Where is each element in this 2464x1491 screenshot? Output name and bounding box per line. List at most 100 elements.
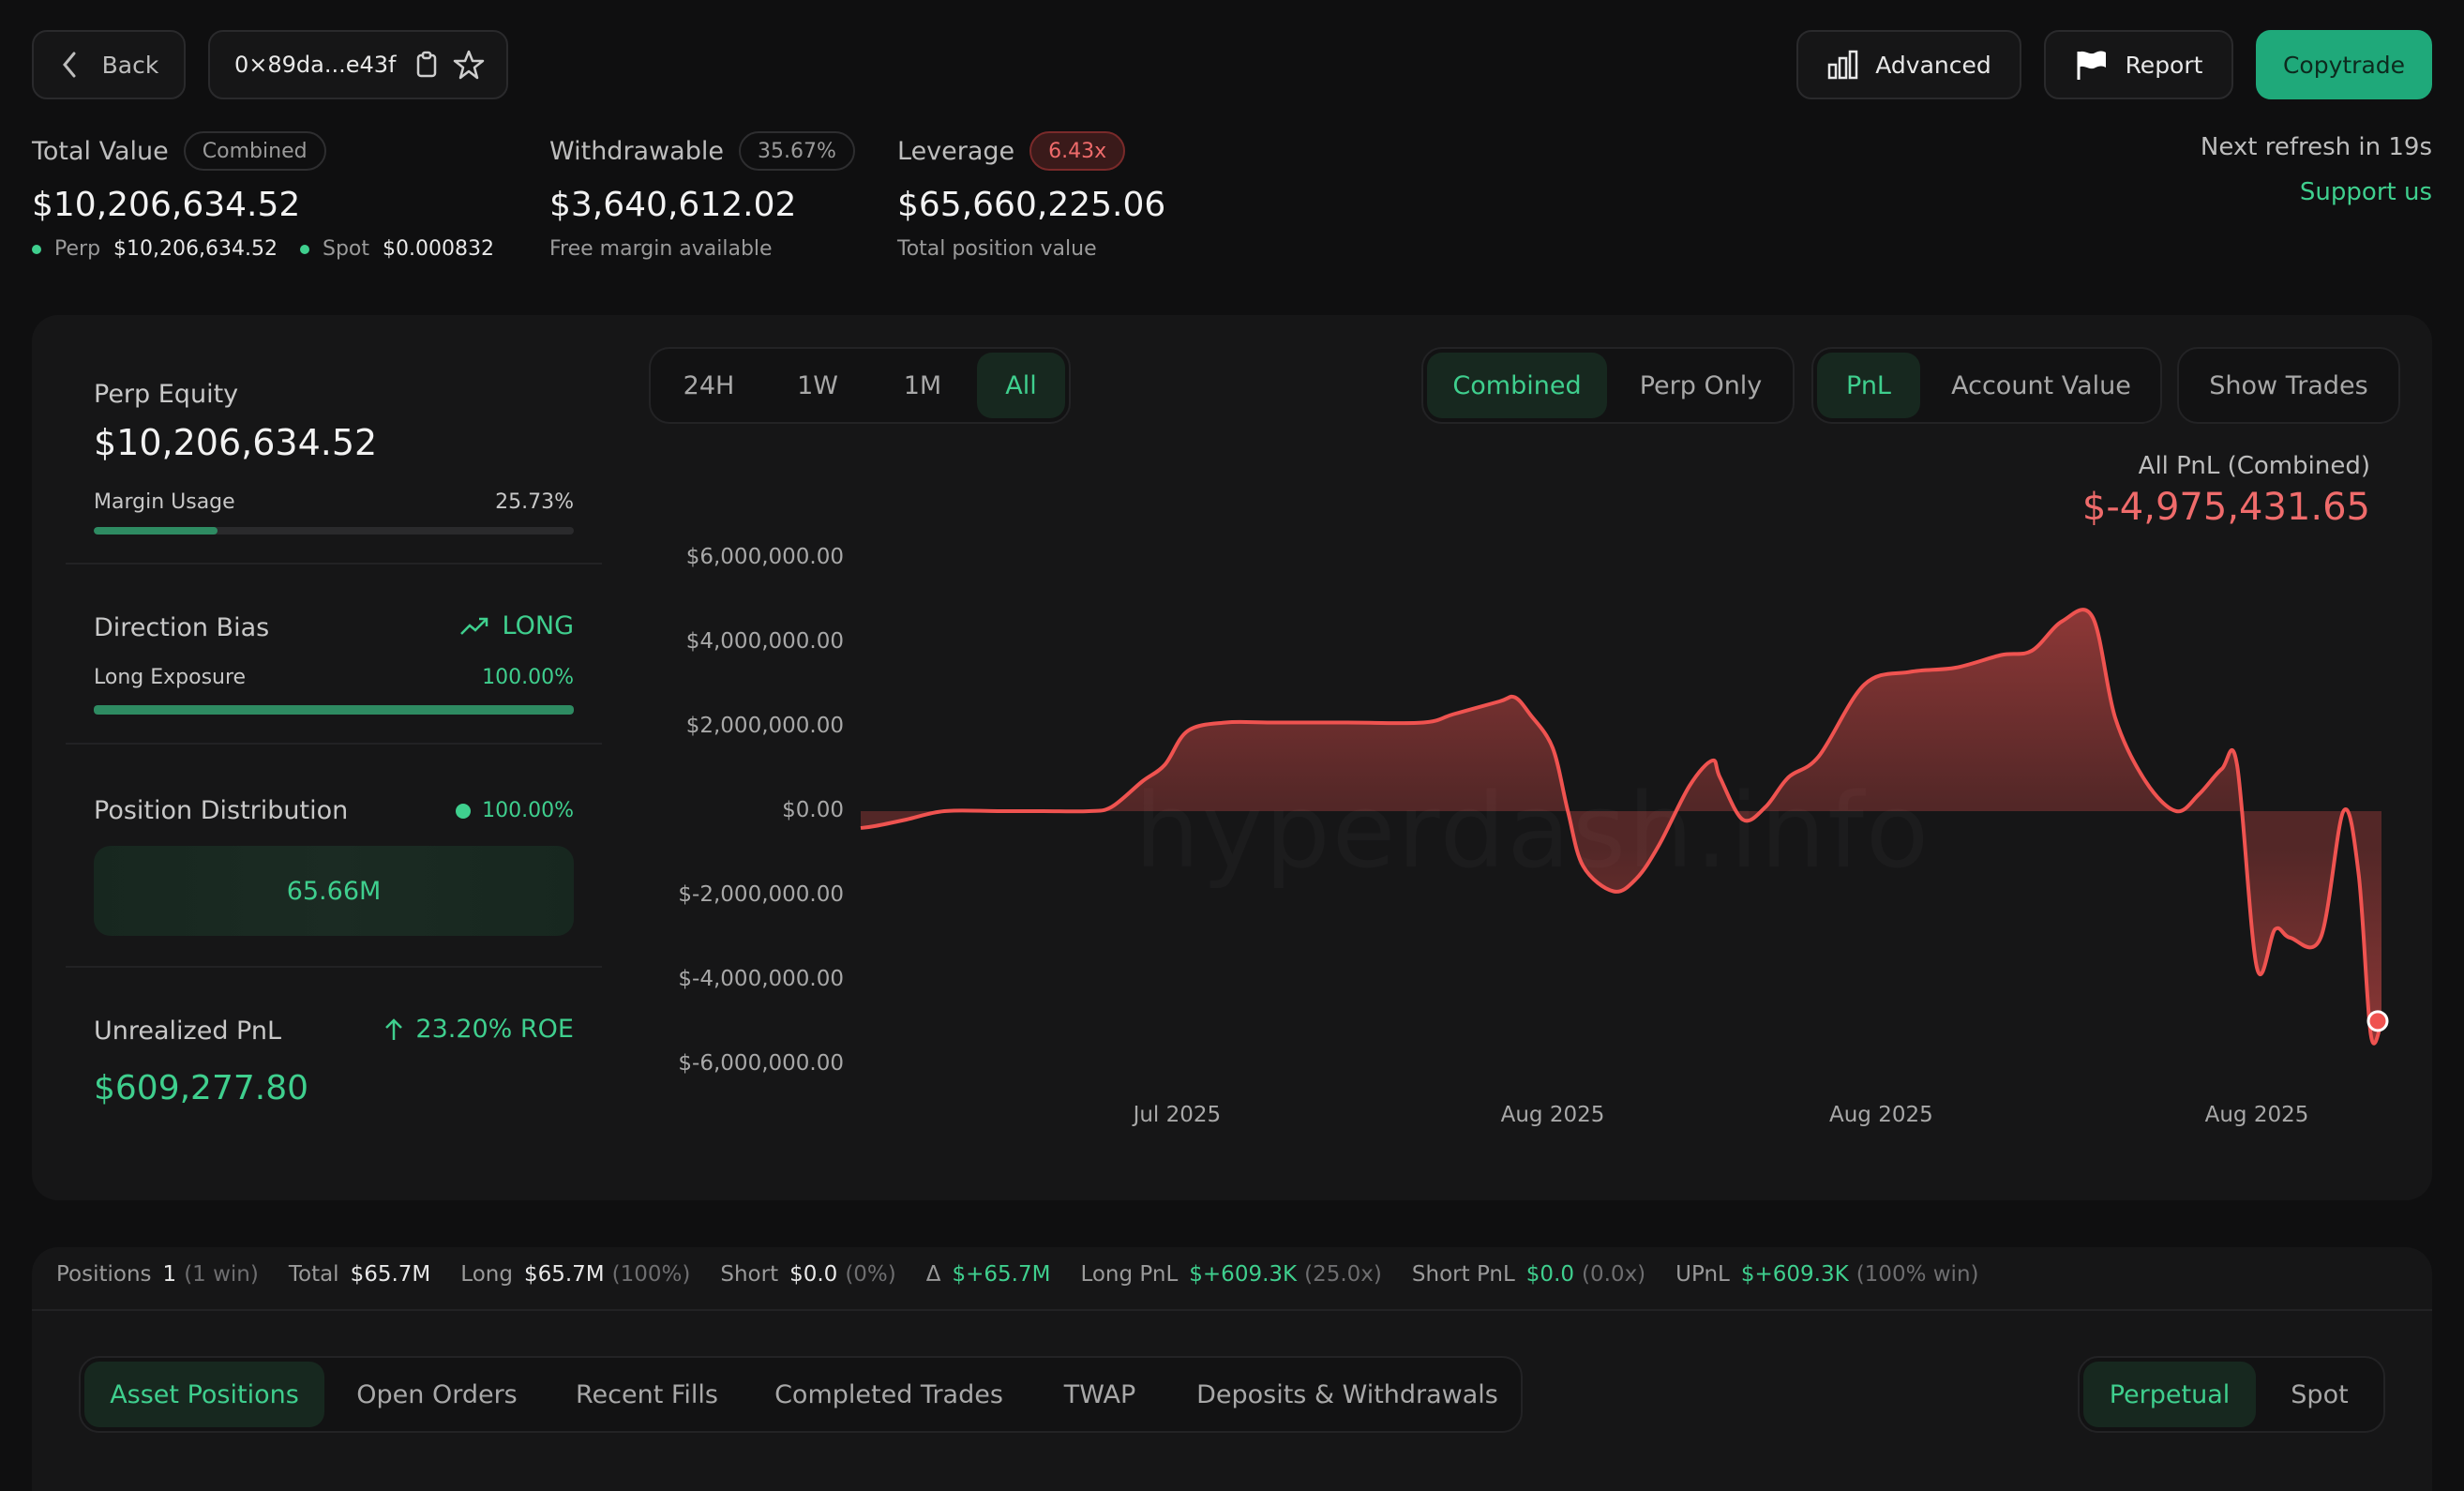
bar-chart-icon	[1828, 50, 1858, 80]
back-button[interactable]: Back	[32, 30, 186, 99]
x-tick-label: Aug 2025	[1500, 1103, 1605, 1127]
refresh-timer: Next refresh in 19s	[2200, 133, 2432, 161]
tab-asset-positions[interactable]: Asset Positions	[84, 1362, 324, 1427]
stat-total-value: $65.7M	[350, 1262, 431, 1287]
position-distribution-block[interactable]: 65.66M	[94, 846, 574, 936]
long-exposure-fill	[94, 705, 574, 715]
report-button[interactable]: Report	[2044, 30, 2233, 99]
stat-long-pnl-extra: (25.0x)	[1304, 1262, 1382, 1287]
star-icon[interactable]	[453, 49, 485, 81]
total-value-label: Total Value	[32, 136, 169, 166]
stat-upnl: UPnL $+609.3K (100% win)	[1675, 1262, 1978, 1287]
direction-bias-indicator: LONG	[441, 611, 574, 640]
tab-spot[interactable]: Spot	[2260, 1362, 2380, 1427]
unrealized-pnl-label: Unrealized PnL	[94, 1017, 282, 1046]
stat-total: Total $65.7M	[289, 1262, 430, 1287]
divider	[66, 966, 602, 968]
mode-tab-perp-only[interactable]: Perp Only	[1611, 353, 1791, 418]
long-exposure-value: 100.00%	[482, 666, 574, 689]
pnl-chart: $6,000,000.00 $4,000,000.00 $2,000,000.00 $…	[656, 525, 2389, 1144]
pnl-area	[861, 610, 2381, 1044]
report-label: Report	[2125, 51, 2203, 79]
wallet-address: 0×89da...e43f	[234, 52, 397, 78]
stat-long-extra: (100%)	[611, 1262, 691, 1287]
stat-short-value: $0.0	[789, 1262, 838, 1287]
mode-tab-combined[interactable]: Combined	[1427, 353, 1607, 418]
stat-delta-label: Δ	[925, 1262, 941, 1287]
y-tick-label: $-4,000,000.00	[678, 967, 844, 991]
margin-usage-value: 25.73%	[495, 490, 574, 514]
x-axis: Jul 2025 Aug 2025 Aug 2025 Aug 2025	[861, 1103, 2381, 1140]
tab-recent-fills[interactable]: Recent Fills	[548, 1362, 746, 1427]
stat-upnl-extra: (100% win)	[1856, 1262, 1979, 1287]
position-distribution-value: 100.00%	[482, 799, 574, 822]
positions-stats-bar: Positions 1 (1 win) Total $65.7M Long $65.7M…	[56, 1262, 2009, 1294]
stat-delta-value: $+65.7M	[952, 1262, 1051, 1287]
x-tick-label: Jul 2025	[1133, 1103, 1222, 1127]
range-tab-24h[interactable]: 24H	[656, 353, 761, 418]
stat-short-label: Short	[720, 1262, 779, 1287]
support-link[interactable]: Support us	[2300, 178, 2432, 206]
margin-usage-label: Margin Usage	[94, 490, 235, 514]
unrealized-pnl-value: $609,277.80	[94, 1069, 309, 1107]
y-axis: $6,000,000.00 $4,000,000.00 $2,000,000.00 $…	[656, 525, 844, 1088]
leverage-block: Leverage 6.43x $65,660,225.06 Total posi…	[897, 131, 1165, 261]
stat-long-value: $65.7M	[523, 1262, 605, 1287]
withdrawable-value: $3,640,612.02	[549, 186, 797, 224]
back-label: Back	[101, 51, 159, 79]
x-tick-label: Aug 2025	[2204, 1103, 2309, 1127]
withdrawable-block: Withdrawable 35.67% $3,640,612.02 Free m…	[549, 131, 855, 261]
position-distribution-indicator: 100.00%	[441, 799, 574, 822]
stat-short-pnl-value: $0.0	[1525, 1262, 1575, 1287]
copytrade-button[interactable]: Copytrade	[2256, 30, 2432, 99]
y-tick-label: $-2,000,000.00	[678, 882, 844, 907]
stat-long-pnl: Long PnL $+609.3K (25.0x)	[1080, 1262, 1381, 1287]
roe-value: 23.20% ROE	[415, 1015, 574, 1044]
roe-indicator: 23.20% ROE	[375, 1015, 574, 1044]
status-dot-icon	[456, 803, 472, 819]
metric-tab-account-value[interactable]: Account Value	[1924, 353, 2158, 418]
copy-icon[interactable]	[415, 51, 438, 79]
stat-upnl-value: $+609.3K	[1740, 1262, 1849, 1287]
leverage-label: Leverage	[897, 136, 1015, 166]
stat-short-extra: (0%)	[845, 1262, 896, 1287]
stat-long-pnl-label: Long PnL	[1080, 1262, 1179, 1287]
withdrawable-subtext: Free margin available	[549, 237, 773, 261]
pnl-chart-title: All PnL (Combined)	[2138, 452, 2370, 480]
tab-open-orders[interactable]: Open Orders	[336, 1362, 538, 1427]
flag-icon	[2077, 51, 2106, 80]
chevron-left-icon	[62, 52, 76, 78]
divider	[66, 563, 602, 565]
total-value-block: Total Value Combined $10,206,634.52 Perp…	[32, 131, 494, 261]
stat-delta: Δ $+65.7M	[926, 1262, 1051, 1287]
stat-short: Short $0.0 (0%)	[720, 1262, 895, 1287]
y-tick-label: $4,000,000.00	[685, 629, 844, 654]
trending-up-icon	[459, 617, 488, 635]
y-tick-label: $6,000,000.00	[685, 545, 844, 569]
advanced-button[interactable]: Advanced	[1796, 30, 2021, 99]
range-tab-1m[interactable]: 1M	[870, 353, 975, 418]
tab-completed-trades[interactable]: Completed Trades	[756, 1362, 1022, 1427]
total-value: $10,206,634.52	[32, 186, 301, 224]
perp-value: $10,206,634.52	[113, 237, 278, 261]
y-tick-label: $0.00	[782, 798, 844, 822]
perp-label: Perp	[54, 237, 101, 261]
tab-perpetual[interactable]: Perpetual	[2083, 1362, 2256, 1427]
position-distribution-amount: 65.66M	[286, 876, 382, 906]
pnl-chart-plot	[860, 608, 2389, 1046]
leverage-value: $65,660,225.06	[897, 186, 1166, 224]
metric-tab-pnl[interactable]: PnL	[1817, 353, 1920, 418]
range-tab-1w[interactable]: 1W	[765, 353, 870, 418]
stat-short-pnl: Short PnL $0.0 (0.0x)	[1412, 1262, 1645, 1287]
stat-long-pnl-value: $+609.3K	[1189, 1262, 1298, 1287]
direction-bias-value: LONG	[502, 611, 574, 640]
x-tick-label: Aug 2025	[1828, 1103, 1933, 1127]
tab-twap[interactable]: TWAP	[1031, 1362, 1168, 1427]
current-point-marker[interactable]	[2366, 1010, 2389, 1032]
y-tick-label: $-6,000,000.00	[678, 1051, 844, 1076]
show-trades-button[interactable]: Show Trades	[2177, 347, 2400, 424]
tab-deposits-withdrawals[interactable]: Deposits & Withdrawals	[1178, 1362, 1517, 1427]
spot-label: Spot	[322, 237, 369, 261]
range-tab-all[interactable]: All	[977, 353, 1065, 418]
leverage-badge: 6.43x	[1029, 131, 1126, 171]
